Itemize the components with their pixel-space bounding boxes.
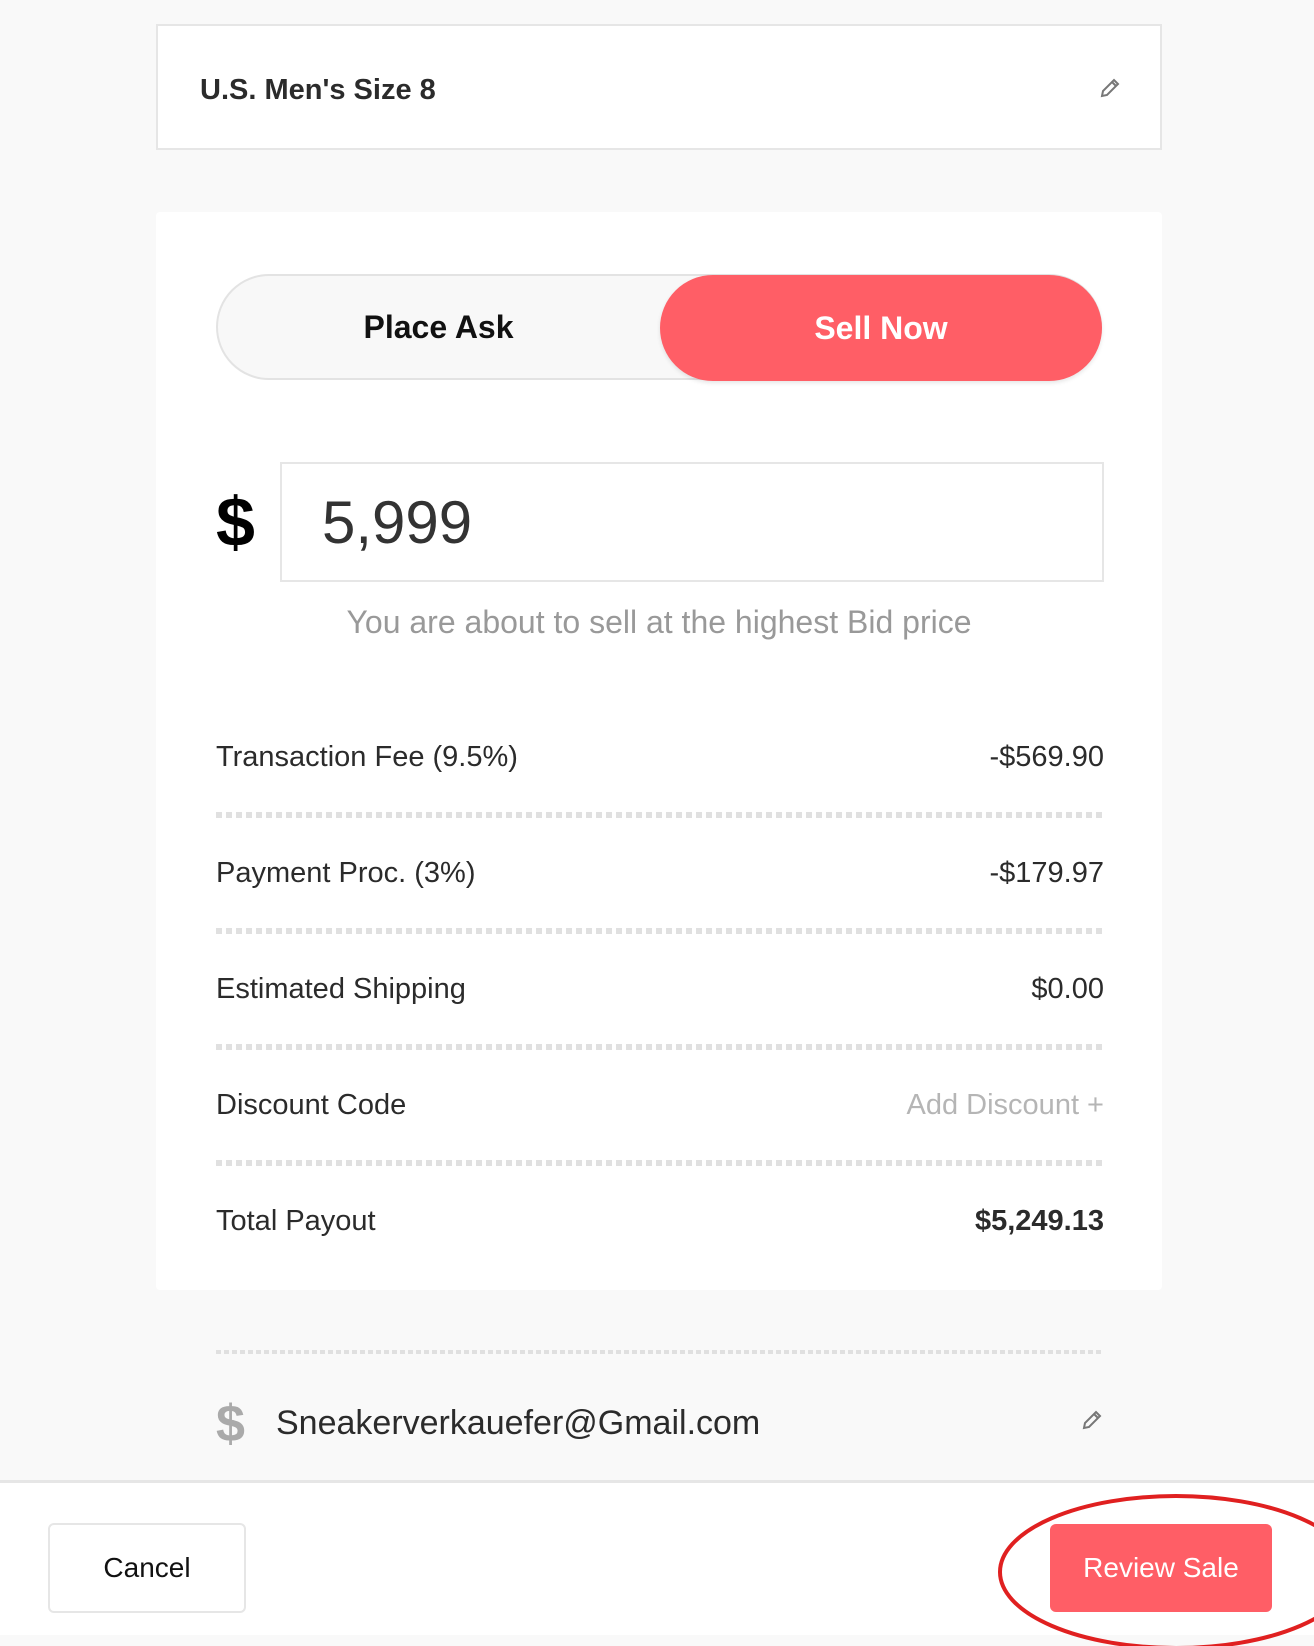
payout-method: $ Sneakerverkauefer@Gmail.com xyxy=(216,1350,1104,1484)
footer: Cancel Review Sale xyxy=(0,1480,1314,1635)
fee-row-total: Total Payout $5,249.13 xyxy=(216,1166,1104,1276)
fee-row-shipping: Estimated Shipping $0.00 xyxy=(216,934,1104,1044)
total-label: Total Payout xyxy=(216,1204,376,1237)
payout-row[interactable]: $ Sneakerverkauefer@Gmail.com xyxy=(216,1354,1104,1484)
fee-label: Discount Code xyxy=(216,1088,407,1121)
pencil-icon[interactable] xyxy=(1098,76,1122,100)
cancel-button[interactable]: Cancel xyxy=(48,1523,246,1613)
fee-value: -$179.97 xyxy=(989,856,1105,889)
add-discount-link[interactable]: Add Discount + xyxy=(907,1089,1104,1122)
fee-value: $0.00 xyxy=(1031,972,1104,1005)
price-row: $ xyxy=(216,462,1104,582)
fee-label: Estimated Shipping xyxy=(216,972,466,1005)
fee-row-payment-proc: Payment Proc. (3%) -$179.97 xyxy=(216,818,1104,928)
pencil-icon[interactable] xyxy=(1080,1408,1104,1432)
size-label: U.S. Men's Size 8 xyxy=(200,74,436,106)
price-hint: You are about to sell at the highest Bid… xyxy=(346,604,972,640)
mode-toggle[interactable]: Place Ask Sell Now xyxy=(216,274,1102,381)
currency-symbol: $ xyxy=(216,483,255,561)
dollar-icon: $ xyxy=(216,1395,245,1453)
fee-breakdown: Transaction Fee (9.5%) -$569.90 Payment … xyxy=(216,702,1104,1276)
fee-row-transaction: Transaction Fee (9.5%) -$569.90 xyxy=(216,702,1104,812)
fee-label: Payment Proc. (3%) xyxy=(216,856,476,889)
fee-label: Transaction Fee (9.5%) xyxy=(216,740,518,773)
size-selector[interactable]: U.S. Men's Size 8 xyxy=(156,24,1162,150)
tab-place-ask[interactable]: Place Ask xyxy=(218,276,659,378)
payout-email: Sneakerverkauefer@Gmail.com xyxy=(276,1404,761,1442)
total-value: $5,249.13 xyxy=(974,1204,1104,1237)
sell-card: Place Ask Sell Now $ You are about to se… xyxy=(156,212,1162,1290)
review-sale-button[interactable]: Review Sale xyxy=(1050,1524,1272,1612)
tab-sell-now[interactable]: Sell Now xyxy=(660,275,1102,381)
fee-value: -$569.90 xyxy=(989,740,1105,773)
price-input[interactable] xyxy=(280,462,1104,582)
fee-row-discount: Discount Code Add Discount + xyxy=(216,1050,1104,1160)
